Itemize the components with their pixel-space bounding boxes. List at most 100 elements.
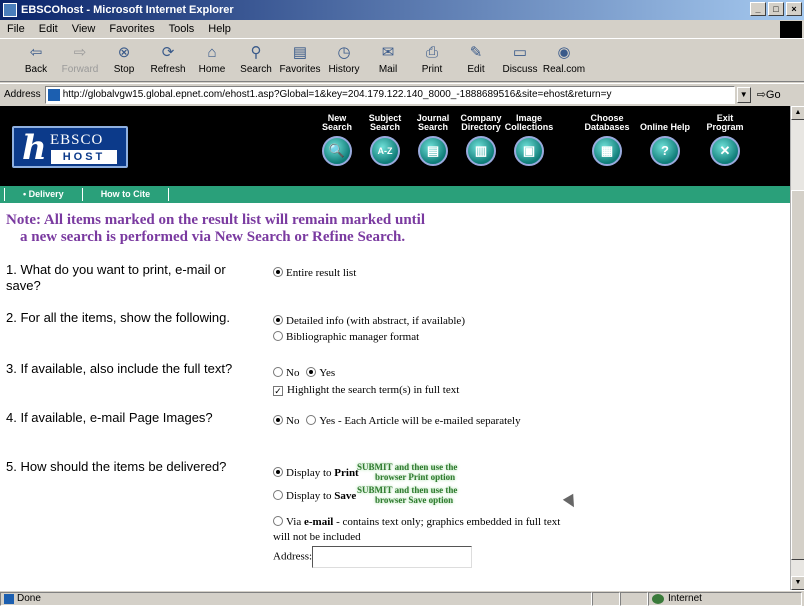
mail-icon: ✉ <box>381 44 395 61</box>
nav-company-directory[interactable]: Company Directory ▥ <box>456 112 506 166</box>
home-button[interactable]: ⌂ Home <box>190 40 234 75</box>
nav-choose-databases[interactable]: Choose Databases ▦ <box>582 112 632 166</box>
realcom-icon: ◉ <box>557 44 571 61</box>
forward-arrow-icon: ⇨ <box>73 44 87 61</box>
window-title: EBSCOhost - Microsoft Internet Explorer <box>21 4 234 16</box>
q2-detailed-info-option[interactable]: Detailed info (with abstract, if availab… <box>273 314 465 328</box>
address-bar: Address http://globalvgw15.global.epnet.… <box>0 83 804 105</box>
nav-exit-program[interactable]: Exit Program ✕ <box>700 112 750 166</box>
realcom-button[interactable]: ◉ Real.com <box>542 40 586 75</box>
q2-bibliographic-option[interactable]: Bibliographic manager format <box>273 330 419 344</box>
history-icon: ◷ <box>337 44 351 61</box>
nav-new-search[interactable]: New Search 🔍 <box>312 112 362 166</box>
ebsco-header: h EBSCO HOST New Search 🔍 Subject Search A… <box>0 106 790 186</box>
q5-print-radio[interactable] <box>273 467 283 477</box>
go-button[interactable]: ⇨Go <box>757 88 781 101</box>
question-3: 3. If available, also include the full t… <box>6 361 233 376</box>
nav-online-help[interactable]: Online Help? <box>640 112 690 166</box>
q1-entire-list-radio[interactable] <box>273 267 283 277</box>
edit-button[interactable]: ✎ Edit <box>454 40 498 75</box>
q5-save-radio[interactable] <box>273 490 283 500</box>
q5-email-option[interactable]: Via e-mail - contains text only; graphic… <box>273 515 560 529</box>
windows-logo-icon <box>780 21 802 38</box>
scroll-up-button[interactable]: ▲ <box>791 106 804 120</box>
address-dropdown-button[interactable]: ▼ <box>736 86 751 103</box>
exit-icon: ✕ <box>710 136 740 166</box>
vertical-scrollbar[interactable]: ▲ ▼ <box>790 106 804 590</box>
browser-window: EBSCOhost - Microsoft Internet Explorer … <box>0 0 804 606</box>
address-label: Address <box>4 89 41 100</box>
refresh-button[interactable]: ⟳ Refresh <box>146 40 190 75</box>
q4-yes-radio[interactable] <box>306 415 317 425</box>
address-url: http://globalvgw15.global.epnet.com/ehos… <box>62 89 612 100</box>
status-bar: Done Internet <box>0 590 804 606</box>
nav-subject-search[interactable]: Subject Search A-Z <box>360 112 410 166</box>
stop-button[interactable]: ⊗ Stop <box>102 40 146 75</box>
scroll-down-button[interactable]: ▼ <box>791 576 804 590</box>
scroll-thumb[interactable] <box>791 190 804 560</box>
toolbar: ⇦ Back ⇨ Forward ⊗ Stop ⟳ Refresh ⌂ Home ⚲ Sea… <box>0 40 804 82</box>
q5-email-note: will not be included <box>273 531 361 543</box>
printer-icon: ⎙ <box>425 44 438 61</box>
menu-tools[interactable]: Tools <box>162 23 202 35</box>
history-button[interactable]: ◷ History <box>322 40 366 75</box>
mouse-cursor-icon <box>562 493 580 511</box>
nav-image-collections[interactable]: Image Collections ▣ <box>504 112 554 166</box>
q4-no-radio[interactable] <box>273 415 283 425</box>
favorites-button[interactable]: ▤ Favorites <box>278 40 322 75</box>
back-button[interactable]: ⇦ Back <box>14 40 58 75</box>
discuss-icon: ▭ <box>512 44 528 61</box>
discuss-button[interactable]: ▭ Discuss <box>498 40 542 75</box>
menu-favorites[interactable]: Favorites <box>102 23 161 35</box>
menu-help[interactable]: Help <box>201 23 238 35</box>
page-icon <box>47 88 60 101</box>
q3-fulltext-options: No Yes <box>273 366 335 380</box>
print-button[interactable]: ⎙ Print <box>410 40 454 75</box>
internet-zone-icon <box>652 593 664 604</box>
q5-email-radio[interactable] <box>273 516 283 526</box>
edit-icon: ✎ <box>469 44 483 61</box>
q5-email-address: Address: <box>273 546 473 568</box>
menu-edit[interactable]: Edit <box>32 23 65 35</box>
mail-button[interactable]: ✉ Mail <box>366 40 410 75</box>
q5-print-hint: SUBMIT and then use the browser Print opt… <box>357 462 458 482</box>
email-address-input[interactable] <box>312 546 473 568</box>
home-icon: ⌂ <box>207 44 217 61</box>
q3-no-radio[interactable] <box>273 367 283 377</box>
favorites-icon: ▤ <box>292 44 308 61</box>
marked-items-note: Note: All items marked on the result lis… <box>6 212 426 245</box>
q3-highlight-checkbox[interactable]: ✓ <box>273 386 283 396</box>
q3-highlight-option[interactable]: ✓ Highlight the search term(s) in full te… <box>273 383 459 397</box>
q1-entire-list-option[interactable]: Entire result list <box>273 266 356 280</box>
back-arrow-icon: ⇦ <box>29 44 43 61</box>
q3-yes-radio[interactable] <box>306 367 317 377</box>
tab-bar: • Delivery How to Cite <box>0 186 790 203</box>
tab-delivery[interactable]: • Delivery <box>4 188 83 201</box>
search-button[interactable]: ⚲ Search <box>234 40 278 75</box>
ebscohost-logo[interactable]: h EBSCO HOST <box>12 126 128 168</box>
menu-view[interactable]: View <box>65 23 103 35</box>
q2-detailed-info-radio[interactable] <box>273 315 283 325</box>
refresh-icon: ⟳ <box>161 44 175 61</box>
database-icon: ▦ <box>592 136 622 166</box>
search-icon: ⚲ <box>250 44 262 61</box>
stop-icon: ⊗ <box>117 44 131 61</box>
close-button[interactable]: × <box>786 2 802 16</box>
minimize-button[interactable]: _ <box>750 2 766 16</box>
ie-icon <box>3 3 17 17</box>
forward-button[interactable]: ⇨ Forward <box>58 40 102 75</box>
journal-icon: ▤ <box>418 136 448 166</box>
q2-bibliographic-radio[interactable] <box>273 331 283 341</box>
q5-save-hint: SUBMIT and then use the browser Save opti… <box>357 485 458 505</box>
menu-file[interactable]: File <box>0 23 32 35</box>
a-z-icon: A-Z <box>370 136 400 166</box>
search-icon: 🔍 <box>322 136 352 166</box>
q5-save-option[interactable]: Display to Save <box>273 489 356 503</box>
question-1: 1. What do you want to print, e-mail or … <box>6 262 226 293</box>
tab-how-to-cite[interactable]: How to Cite <box>83 188 170 201</box>
address-input[interactable]: http://globalvgw15.global.epnet.com/ehos… <box>44 85 735 104</box>
q5-print-option[interactable]: Display to Print <box>273 466 359 480</box>
maximize-button[interactable]: □ <box>768 2 784 16</box>
nav-journal-search[interactable]: Journal Search ▤ <box>408 112 458 166</box>
page-content: h EBSCO HOST New Search 🔍 Subject Search A… <box>0 106 790 590</box>
